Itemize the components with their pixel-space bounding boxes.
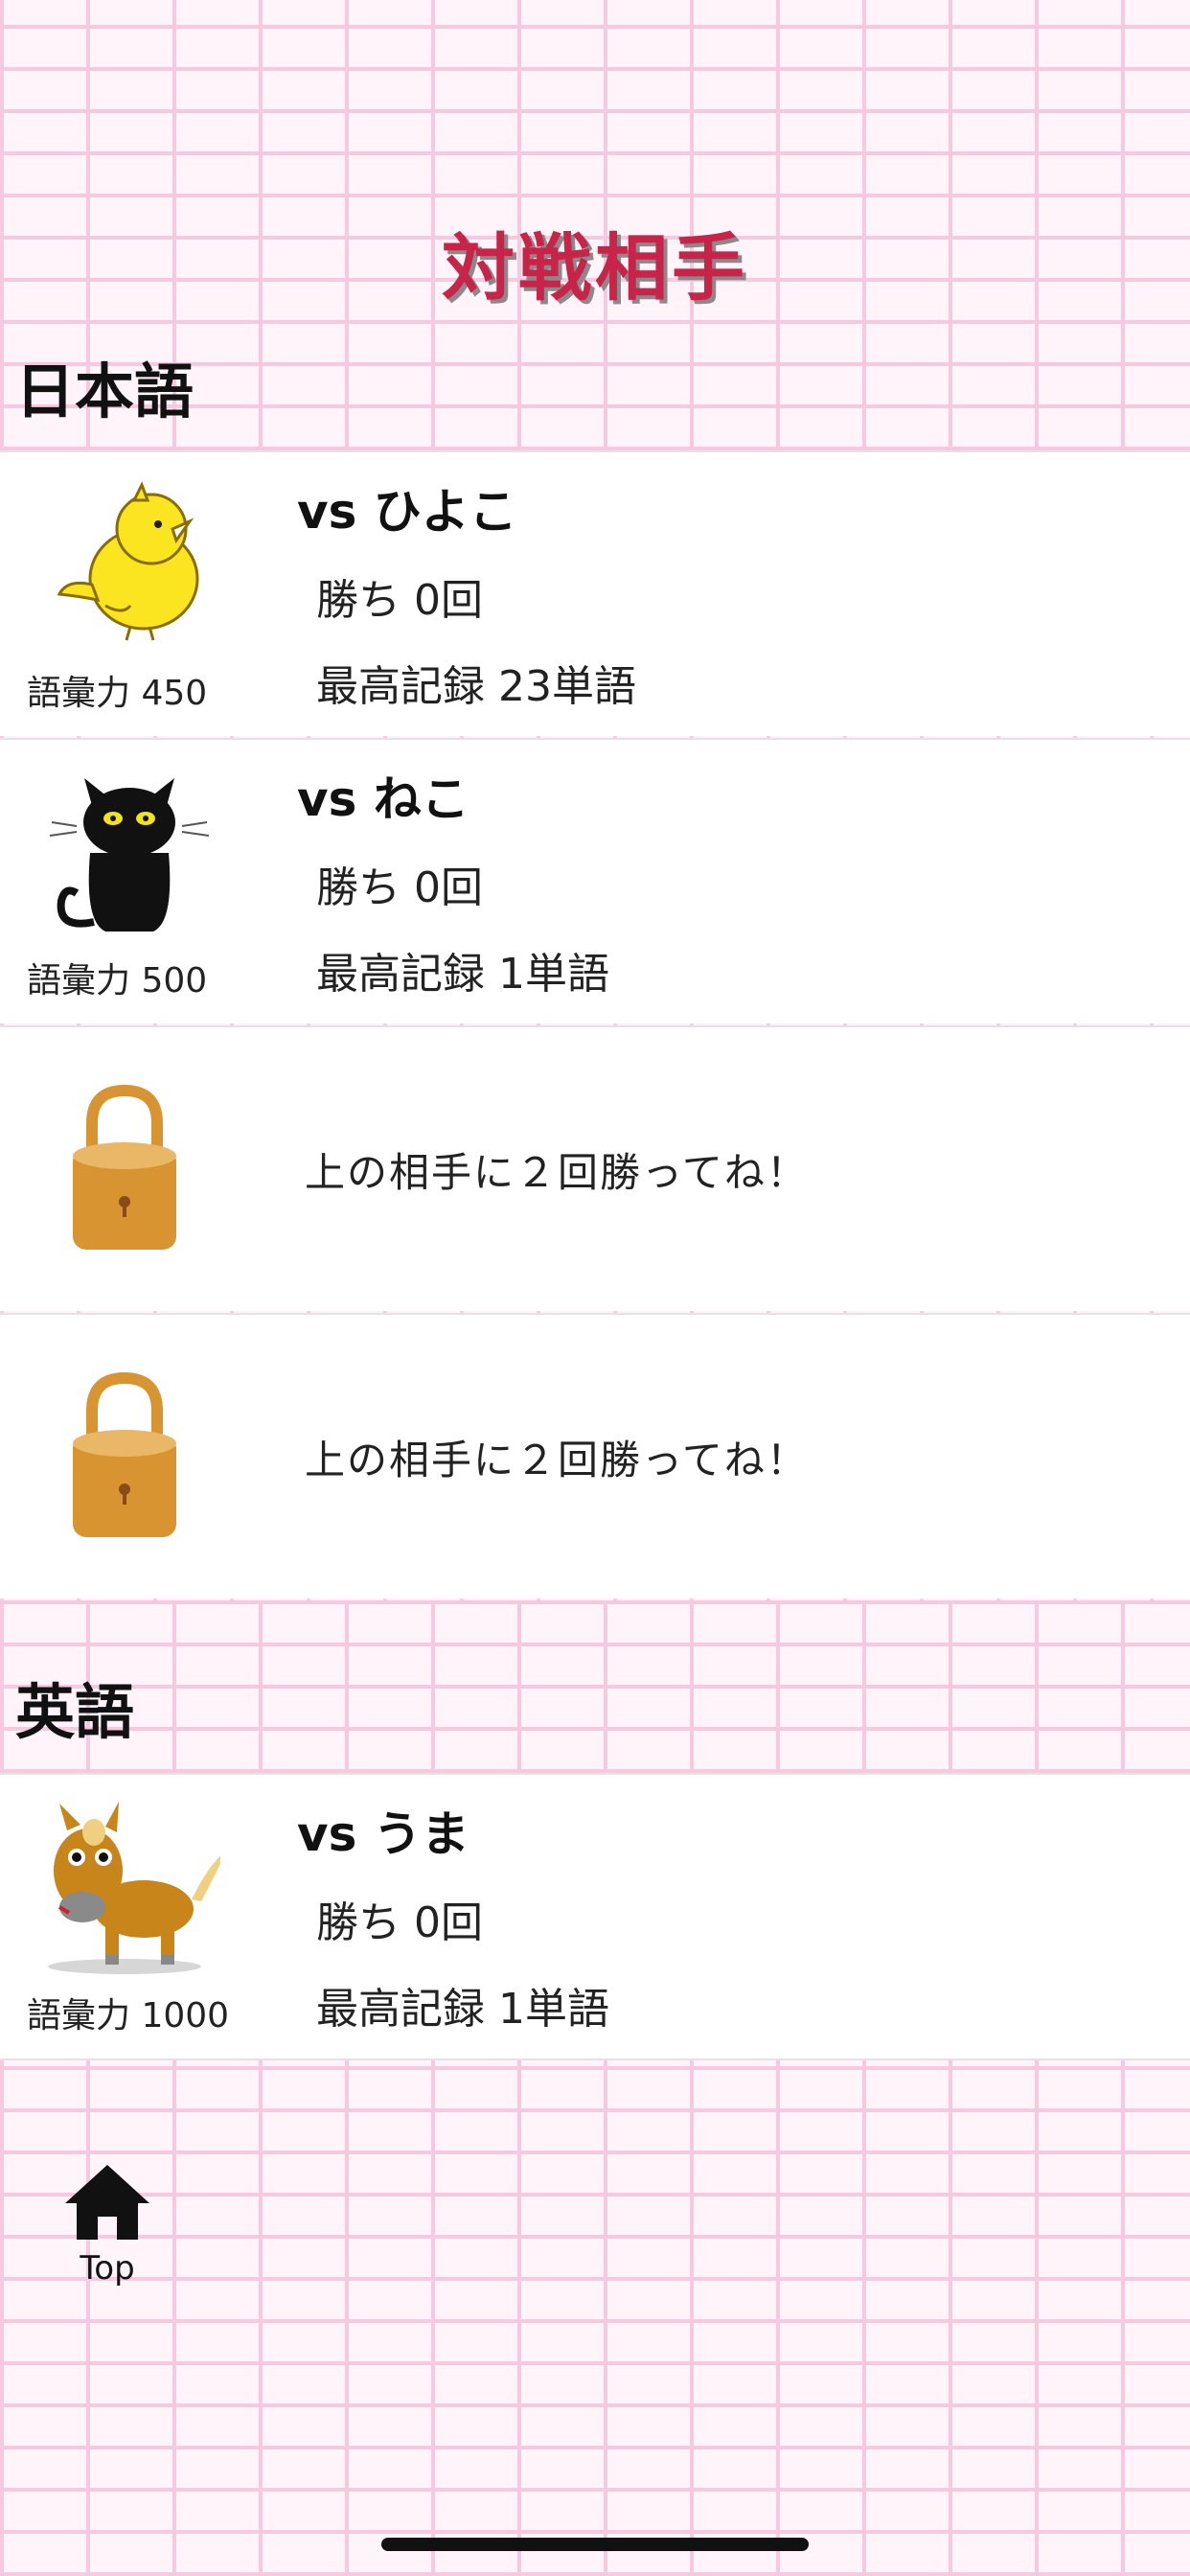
vocab-level: 語彙力 450 [27, 674, 208, 713]
best-record: 最高記録 1単語 [316, 1985, 609, 2034]
locked-opponent-row[interactable]: 上の相手に２回勝ってね！ [0, 1313, 1190, 1598]
unlock-hint: 上の相手に２回勝ってね！ [305, 1437, 809, 1484]
opponent-name: vs うま [297, 1806, 469, 1862]
best-record: 最高記録 1単語 [316, 950, 609, 999]
brick-background-middle [0, 1600, 1190, 1773]
vocab-level: 語彙力 1000 [27, 1996, 230, 2036]
brick-background-bottom [0, 2058, 1190, 2576]
opponent-row-cat[interactable]: 語彙力 500 vs ねこ 勝ち 0回 最高記録 1単語 [0, 738, 1190, 1024]
padlock-icon [73, 1372, 176, 1537]
best-record: 最高記録 23単語 [316, 662, 636, 711]
top-label: Top [80, 2249, 135, 2288]
top-button[interactable]: Top [59, 2161, 155, 2288]
home-icon [65, 2165, 149, 2240]
section-header-japanese: 日本語 [15, 356, 195, 426]
unlock-hint: 上の相手に２回勝ってね！ [305, 1149, 809, 1196]
chick-icon [57, 481, 199, 641]
page-title: 対戦相手 [442, 225, 748, 310]
section-header-english: 英語 [15, 1677, 135, 1747]
home-indicator[interactable] [381, 2538, 809, 2551]
win-count: 勝ち 0回 [316, 576, 483, 625]
win-count: 勝ち 0回 [316, 1898, 483, 1947]
opponent-row-chick[interactable]: 語彙力 450 vs ひよこ 勝ち 0回 最高記録 23単語 [0, 450, 1190, 736]
opponent-row-horse[interactable]: 語彙力 1000 vs うま 勝ち 0回 最高記録 1単語 [0, 1773, 1190, 2058]
locked-opponent-row[interactable]: 上の相手に２回勝ってね！ [0, 1025, 1190, 1311]
opponent-name: vs ねこ [297, 771, 469, 827]
opponent-name: vs ひよこ [297, 484, 517, 540]
win-count: 勝ち 0回 [316, 863, 483, 912]
padlock-icon [73, 1085, 176, 1250]
black-cat-icon [49, 778, 210, 932]
row-divider [0, 2058, 1190, 2060]
horse-icon [48, 1802, 220, 1974]
vocab-level: 語彙力 500 [27, 961, 208, 1000]
